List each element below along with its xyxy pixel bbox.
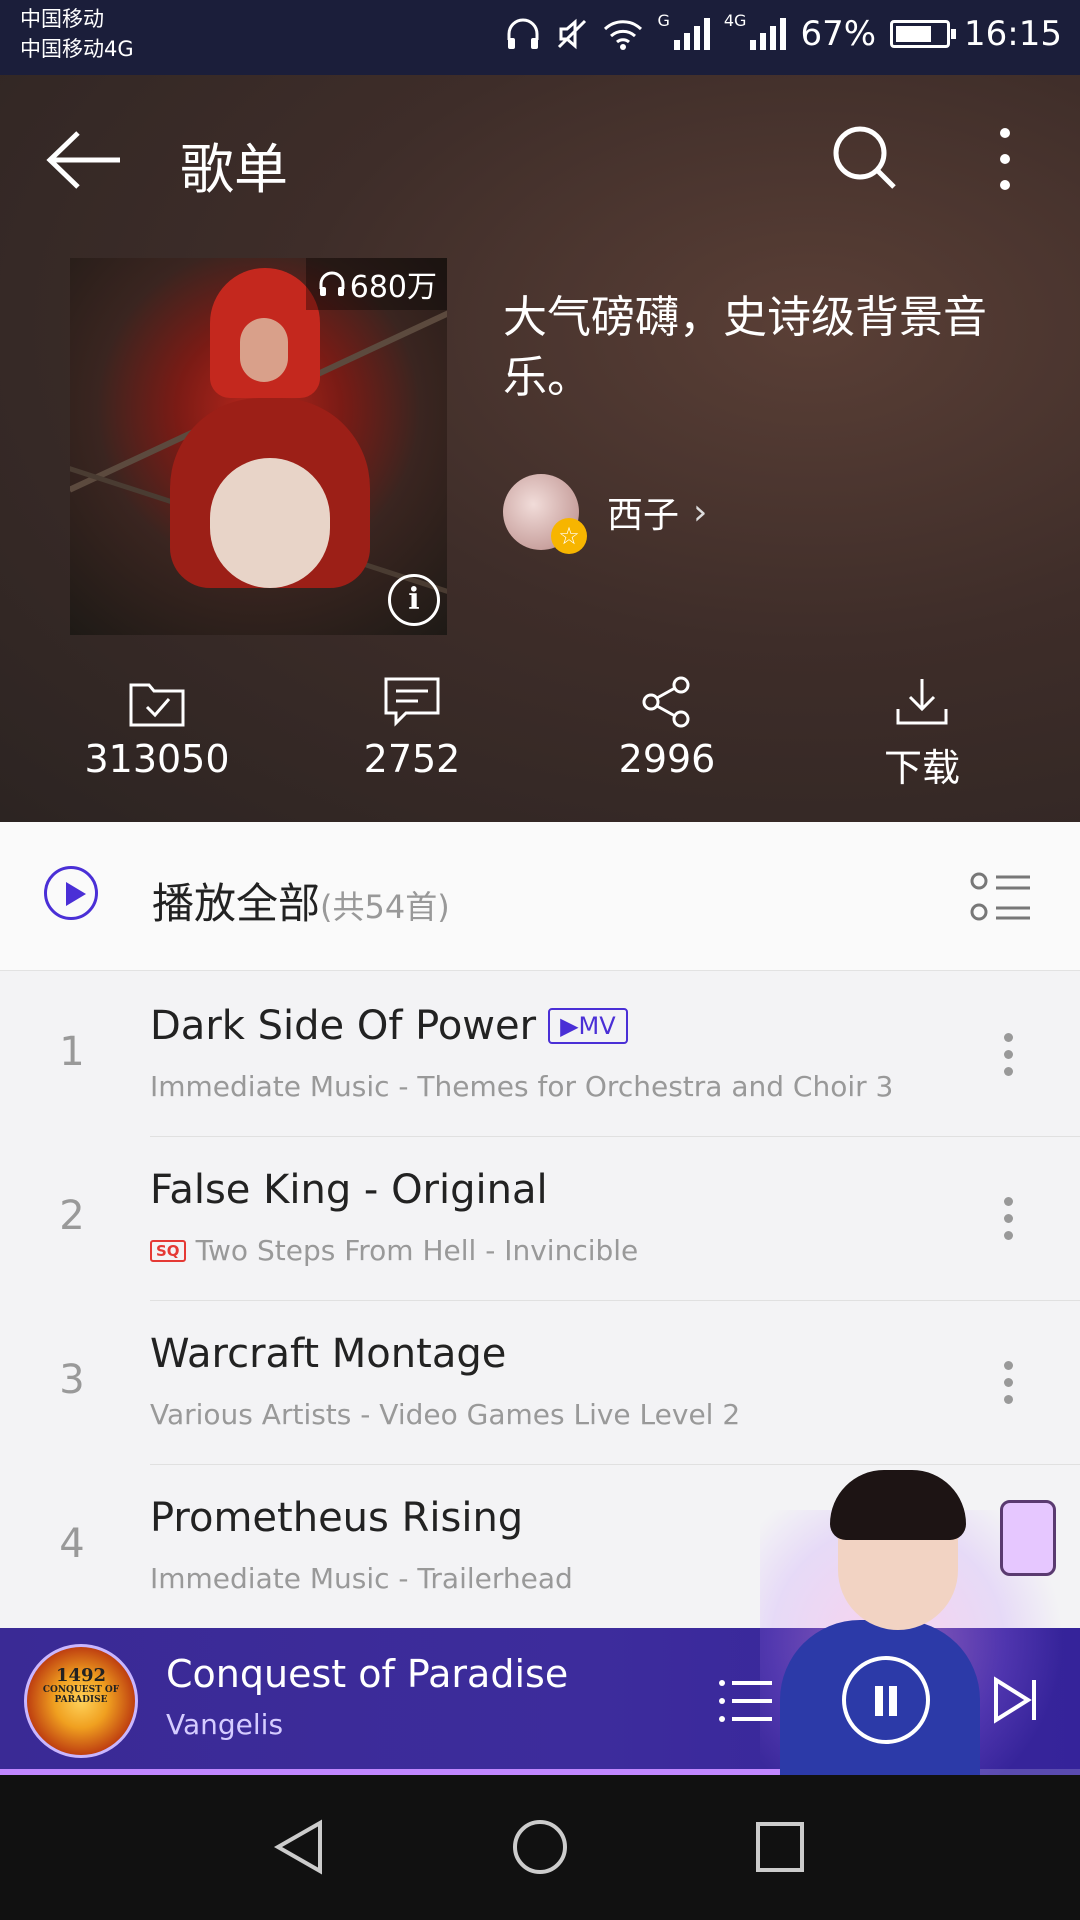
- share-count: 2996: [618, 737, 716, 781]
- favorite-count: 313050: [84, 737, 230, 781]
- song-more-icon[interactable]: [1000, 1197, 1016, 1247]
- headphones-icon: [507, 18, 539, 49]
- song-subtitle: Various Artists - Video Games Live Level…: [150, 1398, 741, 1431]
- system-nav-bar: [0, 1775, 1080, 1920]
- page-title: 歌单: [180, 138, 288, 201]
- creator-avatar[interactable]: ☆: [503, 474, 587, 554]
- carrier-1: 中国移动: [20, 7, 104, 31]
- headphones-icon: [319, 271, 345, 296]
- creator-link[interactable]: ☆ 西子 ›: [503, 472, 708, 554]
- carrier-info: 中国移动 中国移动4G: [20, 4, 134, 64]
- song-title: Dark Side Of Power: [150, 1003, 537, 1049]
- cover-text: CONQUEST OF PARADISE: [42, 1685, 120, 1705]
- song-index: 1: [59, 1029, 85, 1075]
- signal-icon-2: [750, 18, 787, 50]
- song-title-row: Warcraft Montage: [150, 1331, 506, 1377]
- more-options-icon[interactable]: [985, 123, 1025, 195]
- playlist-queue-icon[interactable]: [718, 1678, 774, 1724]
- battery-percent: 67%: [800, 14, 877, 54]
- song-count: (共54首): [320, 888, 450, 926]
- cover-year: 1492: [55, 1665, 107, 1686]
- song-title-row: Prometheus Rising: [150, 1495, 523, 1541]
- info-icon[interactable]: i: [388, 574, 440, 626]
- favorite-button[interactable]: 313050: [57, 675, 257, 781]
- song-subtitle-row: SQ Two Steps From Hell - Invincible: [150, 1234, 638, 1267]
- comment-icon: [384, 677, 440, 727]
- song-more-icon[interactable]: [1000, 1361, 1016, 1411]
- now-playing-cover[interactable]: 1492 CONQUEST OF PARADISE: [24, 1644, 138, 1758]
- song-title-row: False King - Original: [150, 1167, 548, 1213]
- nav-back-icon[interactable]: [272, 1819, 326, 1875]
- mute-icon: [558, 18, 587, 50]
- network-type-2: 4G: [723, 10, 747, 30]
- creator-name[interactable]: 西子: [607, 486, 679, 538]
- song-subtitle: Two Steps From Hell - Invincible: [195, 1234, 639, 1267]
- song-title: False King - Original: [150, 1167, 548, 1213]
- song-index: 4: [59, 1521, 85, 1567]
- download-button[interactable]: 下载: [822, 675, 1022, 792]
- comment-count: 2752: [363, 737, 461, 781]
- now-playing-artist: Vangelis: [166, 1708, 284, 1741]
- playlist-cover[interactable]: 680万 i: [70, 258, 447, 635]
- mascot-detail: [830, 1470, 966, 1540]
- clock: 16:15: [964, 14, 1062, 54]
- nav-home-icon[interactable]: [512, 1819, 568, 1875]
- status-icons: G 4G 67% 16:15: [505, 10, 1062, 54]
- download-icon: [896, 679, 948, 725]
- sq-badge: SQ: [150, 1239, 186, 1262]
- star-badge-icon: ☆: [551, 518, 587, 554]
- play-all-text: 播放全部: [152, 879, 321, 928]
- network-type-1: G: [657, 10, 670, 30]
- song-subtitle: Immediate Music - Themes for Orchestra a…: [150, 1070, 894, 1103]
- song-row[interactable]: 2 False King - Original SQ Two Steps Fro…: [0, 1137, 1080, 1301]
- back-arrow-icon[interactable]: [40, 125, 130, 195]
- song-title-row: Dark Side Of Power ▶MV: [150, 1003, 628, 1049]
- mv-badge[interactable]: ▶MV: [548, 1008, 628, 1044]
- cover-art-detail: [240, 318, 288, 382]
- folder-check-icon: [129, 683, 185, 727]
- song-title: Prometheus Rising: [150, 1495, 524, 1541]
- song-row[interactable]: 3 Warcraft Montage Various Artists - Vid…: [0, 1301, 1080, 1465]
- play-circle-icon[interactable]: [44, 866, 98, 920]
- wifi-icon: [604, 20, 643, 50]
- share-icon: [642, 676, 690, 728]
- carrier-2: 中国移动4G: [20, 37, 134, 61]
- next-track-icon[interactable]: [988, 1672, 1044, 1728]
- mascot-skin-overlay: [760, 1470, 1080, 1775]
- play-count: 680万: [349, 270, 437, 305]
- song-index: 3: [59, 1357, 85, 1403]
- song-title: Warcraft Montage: [150, 1331, 507, 1377]
- now-playing-title: Conquest of Paradise: [166, 1652, 569, 1696]
- lamp-decoration: [1000, 1500, 1056, 1576]
- play-all-bar[interactable]: 播放全部(共54首): [0, 822, 1080, 971]
- signal-icon-1: [673, 18, 710, 50]
- playlist-title: 大气磅礴，史诗级背景音乐。: [503, 292, 987, 403]
- play-all-label[interactable]: 播放全部(共54首): [152, 870, 450, 931]
- multi-select-list-icon[interactable]: [970, 872, 1032, 922]
- song-index: 2: [59, 1193, 85, 1239]
- battery-icon: [890, 20, 957, 48]
- cover-art-detail: [210, 458, 330, 588]
- battery-fill: [896, 26, 932, 42]
- pause-icon[interactable]: [842, 1656, 930, 1744]
- chevron-right-icon: ›: [693, 491, 708, 533]
- status-bar: 中国移动 中国移动4G G 4G 67% 16:15: [0, 0, 1080, 75]
- action-row: 313050 2752 2996 下载: [0, 675, 1080, 795]
- song-more-icon[interactable]: [1000, 1033, 1016, 1083]
- comment-button[interactable]: 2752: [312, 675, 512, 781]
- song-subtitle: Immediate Music - Trailerhead: [150, 1562, 573, 1595]
- search-icon[interactable]: [830, 123, 900, 193]
- song-row[interactable]: 1 Dark Side Of Power ▶MV Immediate Music…: [0, 973, 1080, 1137]
- play-count-badge: 680万: [305, 258, 447, 310]
- title-bar: 歌单: [0, 75, 1080, 245]
- nav-recent-apps-icon[interactable]: [755, 1821, 805, 1873]
- share-button[interactable]: 2996: [567, 675, 767, 781]
- download-label: 下载: [883, 746, 960, 790]
